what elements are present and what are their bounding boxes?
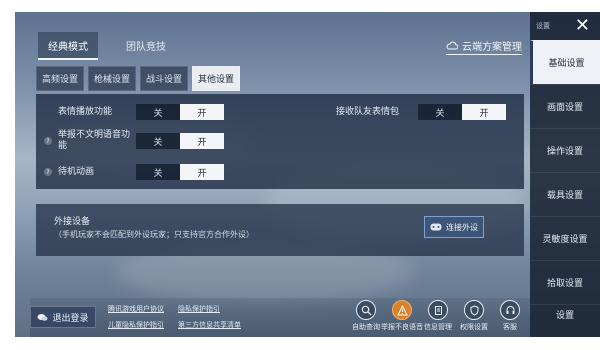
idle-animation-on[interactable]: 开	[180, 164, 224, 180]
help-icon[interactable]: ?	[44, 168, 52, 176]
user-agreement-link[interactable]: 腾讯游戏用户协议	[108, 304, 178, 314]
search-icon	[356, 300, 376, 320]
external-device-panel: 外接设备 （手机玩家不会匹配到外设玩家；只支持官方合作外设） 连接外设	[36, 204, 524, 256]
settings-subtabs: 高频设置 枪械设置 战斗设置 其他设置	[36, 66, 241, 91]
sidebar-item-partial[interactable]: 设置	[530, 304, 600, 324]
idle-animation-toggle: 关 开	[136, 164, 224, 180]
report-voice-off[interactable]: 关	[136, 133, 180, 149]
help-icon[interactable]: ?	[44, 137, 52, 145]
permission-settings-button[interactable]: 权限设置	[458, 300, 490, 332]
mode-tabs: 经典模式 团队竞技	[38, 32, 176, 60]
self-query-button[interactable]: 自助查询	[350, 300, 382, 332]
policy-links: 腾讯游戏用户协议 隐私保护指引 儿童隐私保护指引 第三方信息共享清单	[108, 304, 268, 330]
warning-icon	[392, 300, 412, 320]
customer-service-label: 客服	[503, 323, 517, 331]
row-emote-play: 表情播放功能 关 开	[58, 104, 224, 120]
subtab-combat[interactable]: 战斗设置	[140, 66, 189, 91]
idle-animation-label: 待机动画	[58, 166, 95, 177]
settings-sidebar: 设置 ✕ 基础设置 画面设置 操作设置 载具设置 灵敏度设置 拾取设置 设置	[530, 12, 600, 337]
row-receive-team-emote: 接收队友表情包 关 开	[336, 104, 506, 120]
sidebar-item-vehicle[interactable]: 载具设置	[530, 172, 600, 216]
subtab-weapon[interactable]: 枪械设置	[88, 66, 137, 91]
sidebar-item-graphics[interactable]: 画面设置	[530, 84, 600, 128]
close-icon[interactable]: ✕	[575, 17, 590, 35]
settings-main: 经典模式 团队竞技 云端方案管理 高频设置 枪械设置 战斗设置 其他设置 表情播…	[30, 22, 530, 337]
info-management-button[interactable]: 信息管理	[422, 300, 454, 332]
logout-button[interactable]: 退出登录	[30, 306, 96, 328]
permission-settings-label: 权限设置	[460, 323, 488, 331]
cloud-icon	[446, 41, 458, 50]
cloud-plan-button[interactable]: 云端方案管理	[446, 38, 522, 55]
shield-icon	[464, 300, 484, 320]
report-voice-toggle: 关 开	[136, 133, 224, 149]
row-idle-animation: 待机动画 关 开	[58, 164, 224, 180]
report-voice-button[interactable]: 举报不良语音	[381, 300, 423, 332]
emote-play-on[interactable]: 开	[180, 104, 224, 120]
sidebar-item-sensitivity[interactable]: 灵敏度设置	[530, 216, 600, 260]
document-icon	[428, 300, 448, 320]
external-device-title: 外接设备	[54, 217, 91, 227]
subtab-other[interactable]: 其他设置	[192, 66, 241, 91]
connect-device-label: 连接外设	[446, 222, 478, 232]
self-query-label: 自助查询	[352, 323, 380, 331]
tab-team-deathmatch[interactable]: 团队竞技	[116, 32, 176, 60]
external-device-desc: （手机玩家不会匹配到外设玩家；只支持官方合作外设）	[54, 230, 254, 239]
bottom-bar: 退出登录 腾讯游戏用户协议 隐私保护指引 儿童隐私保护指引 第三方信息共享清单 …	[30, 298, 530, 337]
emote-play-toggle: 关 开	[136, 104, 224, 120]
privacy-guide-link[interactable]: 隐私保护指引	[178, 304, 268, 314]
receive-team-emote-off[interactable]: 关	[418, 104, 462, 120]
row-report-voice: 举报不文明语音功能 关 开	[58, 130, 224, 152]
report-voice-label: 举报不文明语音功能	[58, 130, 131, 151]
emote-play-off[interactable]: 关	[136, 104, 180, 120]
logout-label: 退出登录	[52, 313, 89, 324]
receive-team-emote-label: 接收队友表情包	[336, 106, 400, 117]
toggle-panel: 表情播放功能 关 开 接收队友表情包 关 开 ? 举报不文明语音功能 关 开 ?…	[36, 94, 524, 189]
receive-team-emote-on[interactable]: 开	[462, 104, 506, 120]
tab-classic[interactable]: 经典模式	[38, 32, 98, 60]
third-party-list-link[interactable]: 第三方信息共享清单	[178, 320, 268, 330]
bottom-icon-buttons: 自助查询 举报不良语音 信息管理 权限设置 客服	[350, 300, 526, 332]
emote-play-label: 表情播放功能	[58, 106, 113, 117]
headset-icon	[500, 300, 520, 320]
gamepad-icon	[430, 223, 442, 231]
sidebar-header: 设置 ✕	[530, 12, 600, 40]
receive-team-emote-toggle: 关 开	[418, 104, 506, 120]
sidebar-item-basic[interactable]: 基础设置	[530, 40, 600, 84]
game-settings-screen: 经典模式 团队竞技 云端方案管理 高频设置 枪械设置 战斗设置 其他设置 表情播…	[15, 12, 600, 337]
child-privacy-link[interactable]: 儿童隐私保护指引	[108, 320, 178, 330]
connect-device-button[interactable]: 连接外设	[424, 216, 484, 238]
sidebar-title: 设置	[536, 22, 550, 30]
cloud-plan-label: 云端方案管理	[462, 42, 522, 53]
chat-icon	[37, 313, 48, 321]
sidebar-item-controls[interactable]: 操作设置	[530, 128, 600, 172]
info-management-label: 信息管理	[424, 323, 452, 331]
idle-animation-off[interactable]: 关	[136, 164, 180, 180]
sidebar-item-pickup[interactable]: 拾取设置	[530, 260, 600, 304]
subtab-high-frequency[interactable]: 高频设置	[36, 66, 85, 91]
report-voice-on[interactable]: 开	[180, 133, 224, 149]
customer-service-button[interactable]: 客服	[494, 300, 526, 332]
report-voice-icon-label: 举报不良语音	[381, 323, 423, 331]
